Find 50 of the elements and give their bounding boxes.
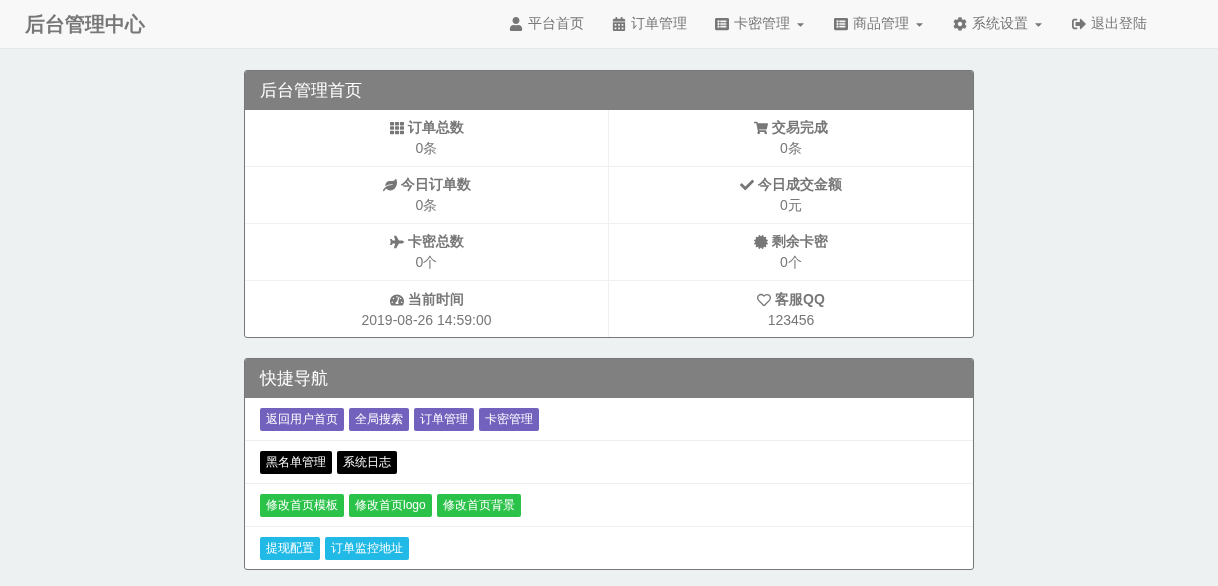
quick-link[interactable]: 订单管理 (414, 407, 474, 431)
logout-icon (1072, 17, 1086, 31)
plane-icon (389, 234, 404, 249)
badge-icon (754, 234, 768, 249)
panel-title: 快捷导航 (245, 359, 973, 398)
nav-link[interactable]: 商品管理 (820, 15, 939, 33)
quick-link[interactable]: 系统日志 (337, 450, 397, 474)
cart-icon (754, 120, 768, 135)
calendar-icon (612, 17, 626, 31)
leaf-icon (382, 177, 397, 192)
stat-value: 0条 (415, 139, 438, 158)
nav-link[interactable]: 系统设置 (939, 15, 1058, 33)
heart-icon (757, 292, 772, 307)
nav-link[interactable]: 卡密管理 (701, 15, 820, 33)
stat-value: 2019-08-26 14:59:00 (361, 311, 492, 328)
stat-value: 0个 (415, 253, 438, 272)
list-icon (834, 17, 848, 31)
panel-title: 后台管理首页 (245, 71, 973, 110)
settings-icon (953, 17, 967, 31)
quick-link[interactable]: 修改首页模板 (260, 493, 344, 517)
quick-link[interactable]: 修改首页logo (349, 493, 432, 517)
quick-link[interactable]: 返回用户首页 (260, 407, 344, 431)
stat-label: 剩余卡密 (772, 232, 828, 251)
stat-label: 今日成交金额 (758, 175, 842, 194)
quick-link[interactable]: 提现配置 (260, 536, 320, 560)
quick-link[interactable]: 修改首页背景 (436, 493, 521, 517)
user-icon (509, 17, 523, 31)
check-icon (740, 177, 754, 192)
stat-value: 0条 (415, 196, 438, 215)
stat-value: 0元 (780, 196, 802, 215)
grid-icon (389, 120, 404, 135)
stat-label: 当前时间 (407, 290, 464, 309)
stat-label: 卡密总数 (407, 232, 464, 251)
stat-value: 0个 (780, 253, 802, 272)
quick-link[interactable]: 订单监控地址 (325, 536, 409, 560)
stat-label: 订单总数 (407, 118, 464, 137)
gauge-icon (389, 292, 404, 307)
list-icon (715, 17, 729, 31)
stat-value: 123456 (767, 311, 815, 328)
brand-title: 后台管理中心 (25, 11, 145, 37)
stat-label: 交易完成 (772, 118, 828, 137)
nav-link[interactable]: 平台首页 (495, 15, 598, 33)
stat-label: 客服QQ (775, 290, 825, 309)
stat-label: 今日订单数 (400, 175, 471, 194)
quick-link[interactable]: 黑名单管理 (260, 450, 332, 474)
quick-link[interactable]: 卡密管理 (479, 407, 539, 431)
nav-link[interactable]: 退出登陆 (1058, 15, 1161, 33)
quick-link[interactable]: 全局搜索 (349, 407, 409, 431)
nav-link[interactable]: 订单管理 (598, 15, 701, 33)
stat-value: 0条 (780, 139, 802, 158)
